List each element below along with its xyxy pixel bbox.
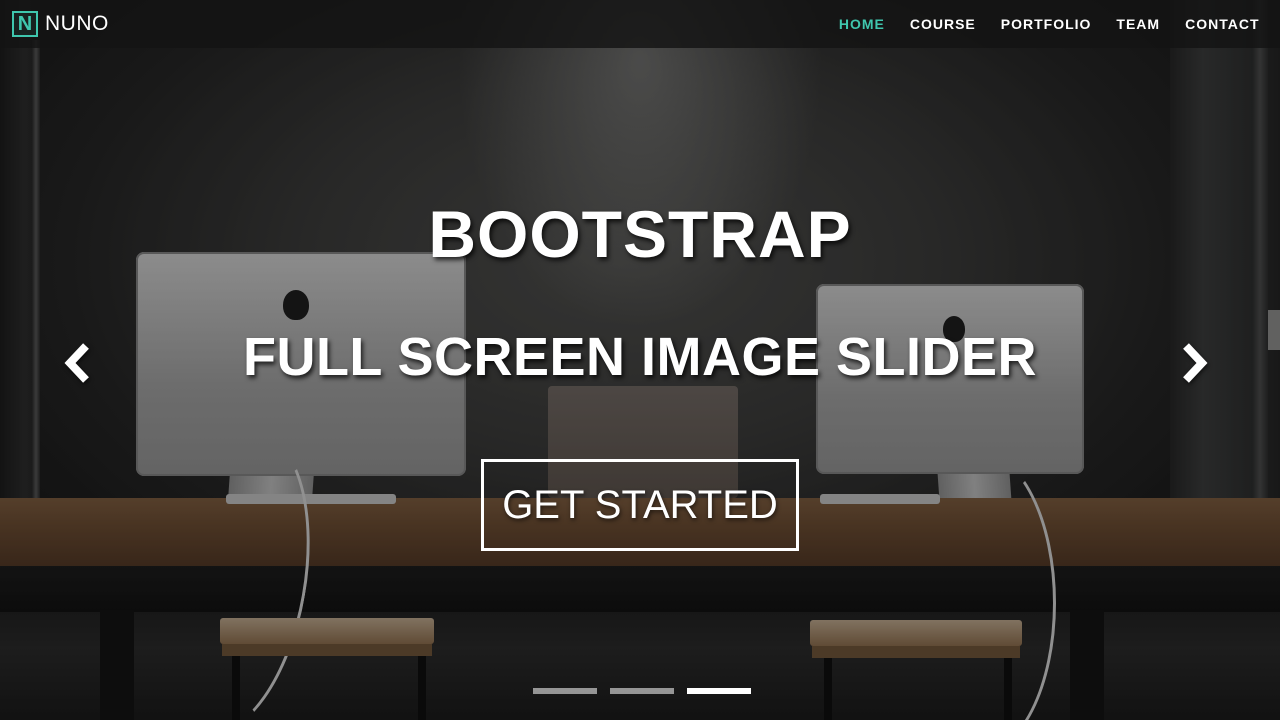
- brand-n-icon: N: [12, 11, 38, 37]
- nav-item-team[interactable]: TEAM: [1104, 16, 1173, 32]
- carousel-next-button[interactable]: [1170, 336, 1220, 390]
- chevron-right-icon: [1183, 343, 1208, 383]
- navbar: N NUNO HOME COURSE PORTFOLIO TEAM CONTAC…: [0, 0, 1280, 48]
- brand-name: NUNO: [45, 12, 109, 35]
- hero-title: BOOTSTRAP: [428, 197, 852, 271]
- carousel-prev-button[interactable]: [52, 336, 102, 390]
- carousel-indicator[interactable]: [610, 688, 674, 694]
- nav-item-portfolio[interactable]: PORTFOLIO: [988, 16, 1104, 32]
- carousel-indicator-active[interactable]: [687, 688, 751, 694]
- carousel-indicators: [533, 688, 751, 694]
- hero-subtitle: FULL SCREEN IMAGE SLIDER: [242, 327, 1038, 387]
- nav-item-contact[interactable]: CONTACT: [1173, 16, 1272, 32]
- carousel-indicator[interactable]: [533, 688, 597, 694]
- page: N NUNO HOME COURSE PORTFOLIO TEAM CONTAC…: [0, 0, 1280, 720]
- nav-item-home[interactable]: HOME: [826, 16, 897, 32]
- nav-menu: HOME COURSE PORTFOLIO TEAM CONTACT: [826, 16, 1272, 32]
- brand-icon-letter: N: [17, 13, 33, 35]
- chevron-left-icon: [64, 343, 89, 383]
- brand-logo[interactable]: N NUNO: [12, 11, 109, 37]
- nav-item-course[interactable]: COURSE: [897, 16, 988, 32]
- get-started-button[interactable]: GET STARTED: [481, 459, 799, 551]
